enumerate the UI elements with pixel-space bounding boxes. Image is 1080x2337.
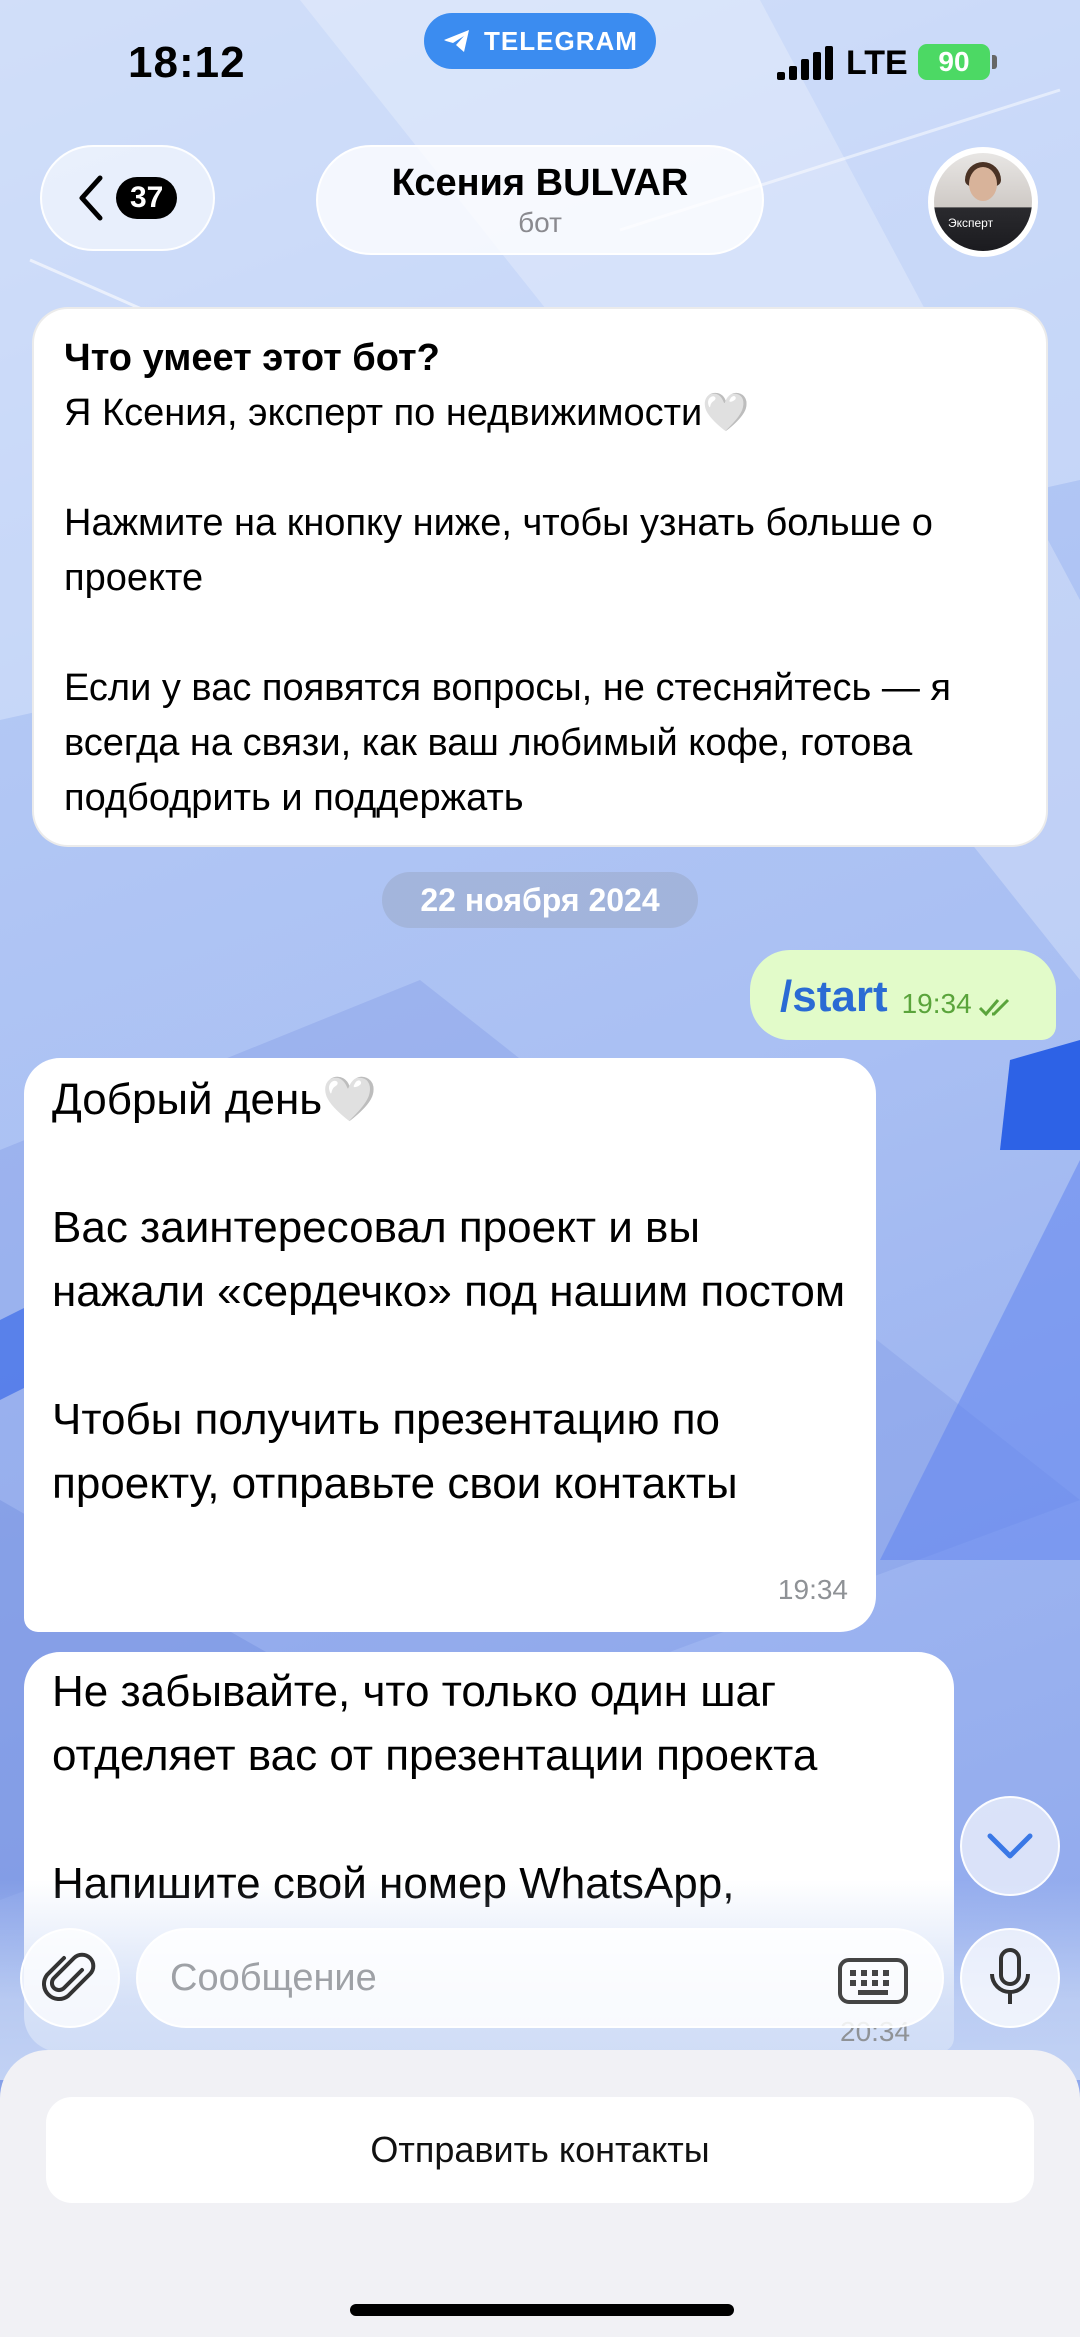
message-input-container[interactable] <box>136 1928 944 2028</box>
message-paragraph: Не забывайте, что только один шаг отделя… <box>52 1667 818 1780</box>
message-input[interactable] <box>170 1956 810 2000</box>
bot-info-line: Я Ксения, эксперт по недвижимости🤍 <box>64 392 750 434</box>
attach-button[interactable] <box>20 1928 120 2028</box>
chevron-left-icon <box>79 175 103 221</box>
message-time: 19:34 <box>777 1574 848 1605</box>
send-contacts-button[interactable]: Отправить контакты <box>46 2097 1034 2203</box>
back-button[interactable]: 37 <box>40 145 215 251</box>
keyboard-icon[interactable] <box>838 1958 908 2004</box>
chat-subtitle: бот <box>518 206 562 238</box>
telegram-plane-icon <box>444 30 470 52</box>
command-link[interactable]: /start <box>780 972 888 1022</box>
battery-icon: 90 <box>918 44 990 80</box>
message-paragraph: Чтобы получить презентацию по проекту, о… <box>52 1395 738 1508</box>
bot-info-line: Нажмите на кнопку ниже, чтобы узнать бол… <box>64 502 933 599</box>
battery-level: 90 <box>938 46 970 77</box>
chevron-down-icon <box>987 1833 1033 1859</box>
scroll-down-button[interactable] <box>960 1796 1060 1896</box>
chat-title[interactable]: Ксения BULVAR бот <box>316 145 764 255</box>
bot-info-title: Что умеет этот бот? <box>64 337 440 379</box>
avatar[interactable]: Эксперт <box>928 147 1038 257</box>
telegram-pill-label: TELEGRAM <box>484 25 638 56</box>
telegram-app-pill[interactable]: TELEGRAM <box>424 13 656 69</box>
chat-name: Ксения BULVAR <box>391 161 689 204</box>
paperclip-icon <box>42 1952 96 2001</box>
cellular-signal-icon <box>777 46 833 80</box>
battery-tip <box>992 55 997 69</box>
incoming-message[interactable]: Добрый день🤍 Вас заинтересовал проект и … <box>24 1058 876 1632</box>
bot-info-line: Если у вас появятся вопросы, не стесняйт… <box>64 667 951 819</box>
avatar-photo: Эксперт <box>934 153 1032 251</box>
status-bar: 18:12 TELEGRAM LTE 90 <box>0 0 1080 130</box>
bot-info-message: Что умеет этот бот? Я Ксения, эксперт по… <box>32 307 1048 847</box>
unread-count-badge: 37 <box>116 177 178 219</box>
microphone-button[interactable] <box>960 1928 1060 2028</box>
status-time: 18:12 <box>128 38 246 87</box>
double-check-icon <box>978 998 1009 1017</box>
message-time: 19:34 <box>901 988 972 1019</box>
outgoing-message[interactable]: /start 19:34 <box>750 950 1056 1040</box>
home-indicator <box>350 2304 734 2316</box>
network-type: LTE <box>846 44 908 82</box>
avatar-label: Эксперт <box>948 216 994 230</box>
message-paragraph: Вас заинтересовал проект и вы нажали «се… <box>52 1203 846 1316</box>
message-paragraph: Добрый день🤍 <box>52 1075 378 1124</box>
microphone-icon <box>990 1948 1030 2004</box>
date-separator: 22 ноября 2024 <box>382 872 698 928</box>
